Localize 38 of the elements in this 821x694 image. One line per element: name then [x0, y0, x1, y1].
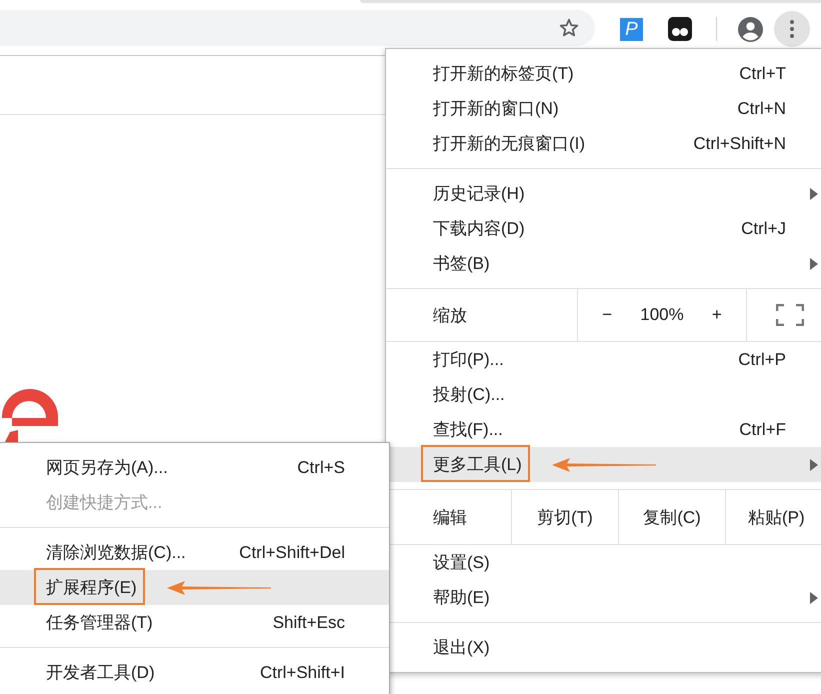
menu-item[interactable]: 打开新的无痕窗口(I) Ctrl+Shift+N	[386, 126, 821, 161]
shortcut-label: Ctrl+Shift+N	[693, 134, 786, 154]
menu-item[interactable]: 帮助(E)	[386, 580, 821, 615]
zoom-label: 缩放	[432, 304, 468, 326]
shortcut-label: Ctrl+F	[739, 420, 786, 440]
shortcut-label: Ctrl+Shift+Del	[239, 542, 345, 562]
shortcut-label: Shift+Esc	[272, 612, 345, 632]
menu-item[interactable]: 投射(C)...	[386, 377, 821, 412]
avatar-icon[interactable]	[738, 16, 763, 42]
menu-item[interactable]: 打印(P)... Ctrl+P	[386, 342, 821, 377]
star-icon[interactable]	[558, 17, 580, 39]
zoom-out-button[interactable]: −	[598, 305, 616, 325]
menu-item[interactable]: 设置(S)	[386, 545, 821, 580]
menu-item[interactable]: 扩展程序(E)	[0, 570, 389, 605]
menu-item[interactable]: 打开新的窗口(N) Ctrl+N	[386, 91, 821, 126]
shortcut-label: Ctrl+Shift+I	[260, 662, 345, 682]
extension-icon[interactable]	[668, 17, 692, 41]
menu-item[interactable]: 网页另存为(A)... Ctrl+S	[0, 450, 389, 485]
menu-item[interactable]: 下载内容(D) Ctrl+J	[386, 211, 821, 246]
fullscreen-icon[interactable]	[776, 304, 804, 326]
shortcut-label: Ctrl+P	[738, 350, 786, 370]
shortcut-label: Ctrl+N	[737, 98, 786, 118]
zoom-in-button[interactable]: +	[708, 305, 726, 325]
menu-item[interactable]: 退出(X)	[386, 630, 821, 665]
menu-item[interactable]: 打开新的标签页(T) Ctrl+T	[386, 56, 821, 91]
menu-button[interactable]	[774, 11, 810, 47]
menu-item[interactable]: 查找(F)... Ctrl+F	[386, 412, 821, 447]
menu-item[interactable]: 开发者工具(D) Ctrl+Shift+I	[0, 655, 389, 690]
menu-item[interactable]: 清除浏览数据(C)... Ctrl+Shift+Del	[0, 535, 389, 570]
edit-label: 编辑	[432, 506, 468, 528]
more-icon	[790, 20, 794, 38]
zoom-value: 100%	[640, 305, 684, 325]
shortcut-label: Ctrl+T	[739, 64, 786, 84]
menu-item[interactable]: 任务管理器(T) Shift+Esc	[0, 605, 389, 640]
shortcut-label: Ctrl+J	[741, 218, 786, 238]
menu-item[interactable]: 书签(B)	[386, 246, 821, 281]
shortcut-label: Ctrl+S	[297, 458, 345, 478]
menu-item[interactable]: 历史记录(H)	[386, 176, 821, 211]
